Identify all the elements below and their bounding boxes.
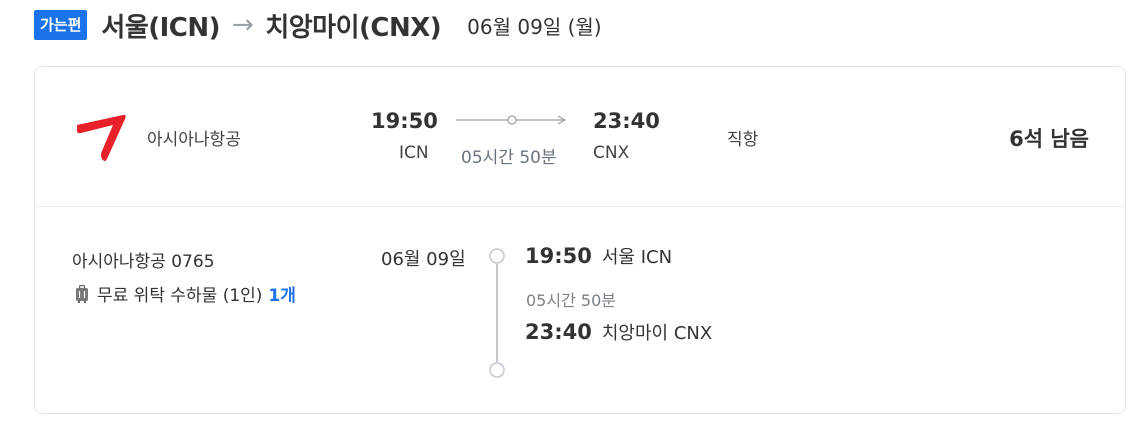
card-divider (35, 206, 1125, 207)
departure-time: 19:50 (371, 109, 438, 133)
segment-arrival: 23:40 치앙마이 CNX (525, 319, 712, 345)
flight-duration: 05시간 50분 (461, 148, 557, 168)
destination-label: 치앙마이(CNX) (265, 12, 442, 43)
itinerary-header: 가는편 서울(ICN) → 치앙마이(CNX) 06월 09일 (월) (34, 6, 602, 44)
airline-name: 아시아나항공 (147, 130, 241, 150)
arrival-time: 23:40 (593, 109, 660, 133)
flight-card[interactable]: 아시아나항공 19:50 ICN 05시간 50분 23:40 CNX 직항 6… (34, 66, 1126, 414)
segment-date: 06월 09일 (381, 249, 466, 270)
segment-duration: 05시간 50분 (526, 291, 616, 310)
stops-label: 직항 (727, 130, 759, 150)
flight-page: 가는편 서울(ICN) → 치앙마이(CNX) 06월 09일 (월) 아시아나… (0, 0, 1141, 436)
segment-arrival-place: 치앙마이 CNX (601, 323, 713, 344)
segment-departure-time: 19:50 (525, 244, 592, 268)
seats-remaining: 6석 남음 (1009, 127, 1089, 151)
outbound-badge: 가는편 (34, 10, 88, 40)
flight-path-icon (456, 115, 567, 125)
flight-summary[interactable]: 아시아나항공 19:50 ICN 05시간 50분 23:40 CNX 직항 6… (35, 67, 1125, 206)
segment-departure-place: 서울 ICN (601, 247, 673, 268)
travel-date: 06월 09일 (월) (467, 14, 602, 39)
segment-arrival-time: 23:40 (525, 320, 592, 344)
timeline-icon (489, 248, 505, 378)
luggage-icon (76, 284, 88, 303)
baggage-label: 무료 위탁 수하물 (1인) (97, 286, 263, 306)
route-arrow-icon: → (232, 10, 254, 40)
route-title: 서울(ICN) → 치앙마이(CNX) (101, 7, 441, 44)
flight-number: 아시아나항공 0765 (72, 252, 215, 272)
segment-departure: 19:50 서울 ICN (525, 243, 672, 269)
airline-logo-icon (76, 114, 126, 161)
baggage-count: 1개 (268, 286, 296, 306)
baggage-info: 무료 위탁 수하물 (1인) 1개 (75, 281, 296, 306)
arrival-code: CNX (593, 143, 630, 163)
origin-label: 서울(ICN) (101, 12, 221, 43)
departure-code: ICN (399, 143, 429, 163)
